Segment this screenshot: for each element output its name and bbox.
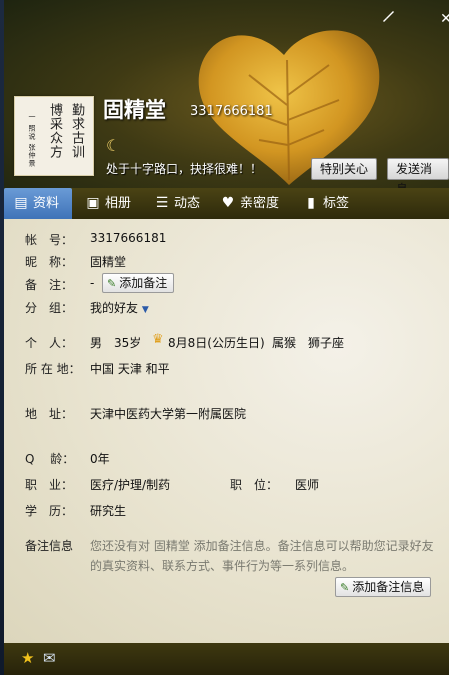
chevron-down-icon: ▼ xyxy=(141,305,149,315)
tab-profile[interactable]: ▤ 资料 xyxy=(4,188,72,219)
group-dropdown[interactable]: 我的好友 ▼ xyxy=(90,299,149,316)
gender-value: 男 xyxy=(90,336,103,350)
profile-nickname: 固精堂 xyxy=(103,98,166,122)
close-icon[interactable]: ✕ xyxy=(436,9,449,29)
job-label: 职 业： xyxy=(25,478,74,492)
profile-tabs: ▤ 资料 ▣ 相册 ☰ 动态 ♥ 亲密度 ▮ 标签 xyxy=(4,188,449,219)
edit-icon: ✎ xyxy=(107,277,117,290)
education-value: 研究生 xyxy=(90,504,127,518)
avatar-calligraphy-2: 博采众方 xyxy=(47,103,62,159)
remark-value: - xyxy=(90,276,95,290)
special-care-button[interactable]: 特别关心 xyxy=(311,158,378,180)
location-label: 所 在 地： xyxy=(25,362,81,376)
group-label: 分 组： xyxy=(25,301,74,315)
avatar-calligraphy-1: 勤求古训 xyxy=(69,103,84,159)
education-label: 学 历： xyxy=(25,504,74,518)
add-note-info-button[interactable]: ✎ 添加备注信息 xyxy=(335,577,432,597)
profile-signature: 处于十字路口，抉择很难！！ xyxy=(106,162,263,176)
brush-icon[interactable] xyxy=(378,9,398,29)
feed-list-icon: ☰ xyxy=(155,195,169,211)
avatar[interactable]: 勤求古训 博采众方 一 照说 张仲景 xyxy=(14,96,94,176)
qage-label: Q 龄： xyxy=(25,452,75,466)
edit-icon: ✎ xyxy=(340,581,350,594)
profile-footer: ★ ✉ xyxy=(4,643,449,675)
address-value: 天津中医药大学第一附属医院 xyxy=(90,407,247,421)
job-value: 医疗/护理/制药 xyxy=(90,478,171,492)
moon-icon: ☾ xyxy=(106,136,121,155)
heart-icon: ♥ xyxy=(221,195,235,211)
mail-icon[interactable]: ✉ xyxy=(43,649,56,667)
tab-album[interactable]: ▣ 相册 xyxy=(84,188,131,219)
zodiac-value: 属猴 xyxy=(272,336,297,350)
note-info-text: 您还没有对 固精堂 添加备注信息。备注信息可以帮助您记录好友的真实资料、联系方式… xyxy=(90,539,434,573)
tab-tags[interactable]: ▮ 标签 xyxy=(302,188,349,219)
age-value: 35岁 xyxy=(114,336,142,350)
star-icon[interactable]: ★ xyxy=(21,649,34,667)
account-value: 3317666181 xyxy=(90,231,167,245)
position-label: 职 位： xyxy=(230,478,279,492)
birthday-value: 8月8日(公历生日) xyxy=(168,336,265,350)
address-label: 地 址： xyxy=(25,407,74,421)
crown-icon: ♛ xyxy=(152,332,164,347)
qage-value: 0年 xyxy=(90,452,110,466)
nickname-value: 固精堂 xyxy=(90,255,127,269)
account-label: 帐 号： xyxy=(25,233,74,247)
tab-feed[interactable]: ☰ 动态 xyxy=(153,188,200,219)
profile-info-panel: 帐 号： 3317666181 昵 称： 固精堂 备 注： - ✎ 添加备注 分 … xyxy=(4,219,449,643)
note-info-label: 备注信息 xyxy=(25,539,74,553)
profile-qq-number: 3317666181 xyxy=(190,104,273,119)
remark-label: 备 注： xyxy=(25,278,74,292)
bookmark-icon: ▮ xyxy=(307,195,315,211)
star-sign-value: 狮子座 xyxy=(308,336,345,350)
nickname-label: 昵 称： xyxy=(25,255,74,269)
profile-card-icon: ▤ xyxy=(14,195,28,211)
tab-intimacy[interactable]: ♥ 亲密度 xyxy=(219,188,279,219)
profile-header: ✕ 勤求古训 博采众方 一 照说 张仲景 固精堂 3317666181 ☾ 处于… xyxy=(4,0,449,188)
profile-window: ✕ 勤求古训 博采众方 一 照说 张仲景 固精堂 3317666181 ☾ 处于… xyxy=(4,0,449,675)
personal-label: 个 人： xyxy=(25,336,74,350)
send-message-button[interactable]: 发送消息 xyxy=(387,158,449,188)
location-value: 中国 天津 和平 xyxy=(90,362,170,376)
position-value: 医师 xyxy=(295,478,320,492)
add-remark-button[interactable]: ✎ 添加备注 xyxy=(102,273,175,293)
avatar-calligraphy-small: 一 照说 张仲景 xyxy=(28,113,36,168)
photo-album-icon: ▣ xyxy=(86,195,100,211)
